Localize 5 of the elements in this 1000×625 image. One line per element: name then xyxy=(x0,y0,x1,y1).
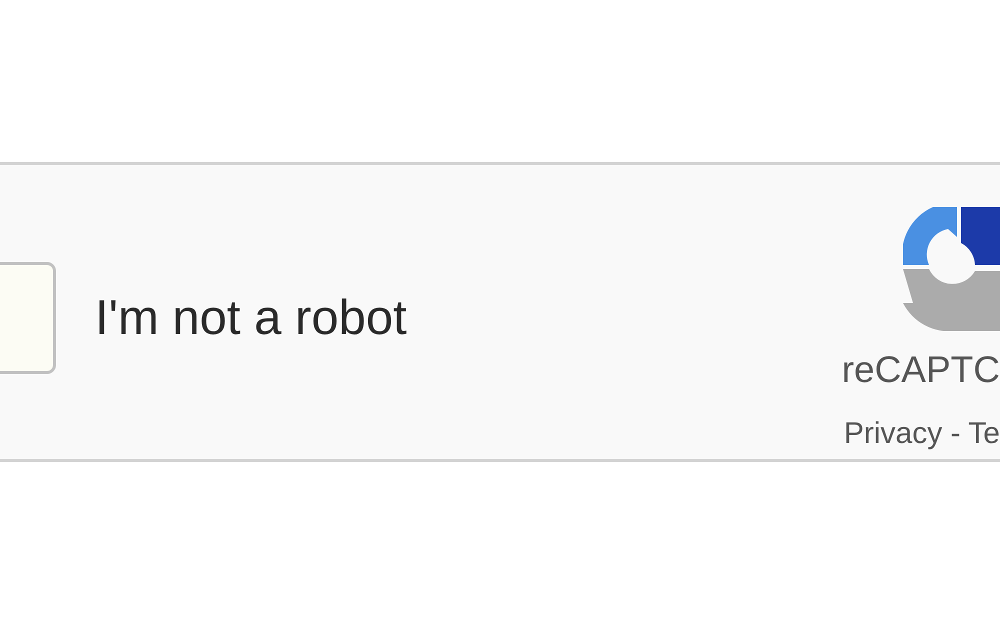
recaptcha-logo-icon xyxy=(903,207,1000,331)
brand-name: reCAPTC xyxy=(842,349,1000,391)
privacy-terms-link[interactable]: Privacy - Te xyxy=(844,417,1000,451)
checkbox-label: I'm not a robot xyxy=(95,290,407,346)
checkbox[interactable] xyxy=(0,262,56,374)
